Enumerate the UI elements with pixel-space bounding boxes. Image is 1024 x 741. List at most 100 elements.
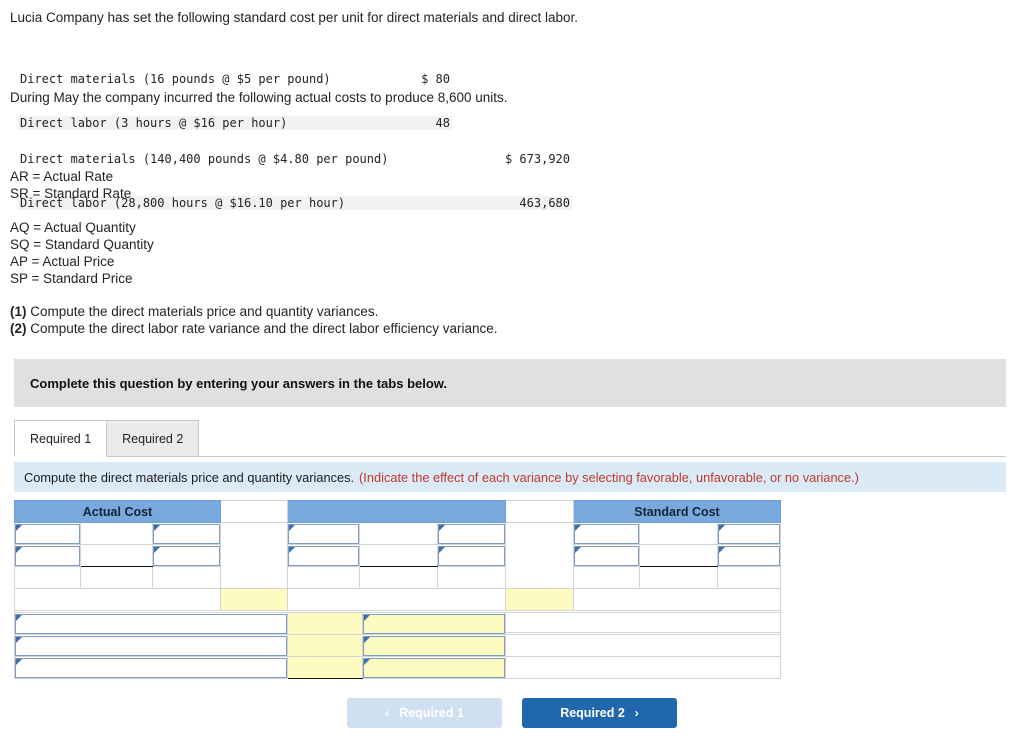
middle-value-2[interactable] xyxy=(360,546,437,566)
previous-required-button[interactable]: ‹ Required 1 xyxy=(347,698,502,728)
standard-cost-dropdown-3[interactable] xyxy=(574,545,640,566)
table-row xyxy=(14,522,782,545)
subtotal-middle-mid xyxy=(359,566,438,589)
cell-middle-mid-2 xyxy=(359,544,438,567)
standard-cost-amount: $ 80 xyxy=(421,72,450,86)
variance-effect-dropdown-2[interactable] xyxy=(363,635,505,656)
variance-amount-cell-2[interactable] xyxy=(287,634,363,657)
previous-required-label: Required 1 xyxy=(399,706,464,720)
actual-cost-label: Direct materials (140,400 pounds @ $4.80… xyxy=(20,152,389,166)
variance-effect-cell-1 xyxy=(362,612,506,635)
tab-required-2-label: Required 2 xyxy=(122,431,184,446)
cell-actual-left-2 xyxy=(14,544,81,567)
cell-actual-mid-2 xyxy=(80,544,153,567)
variance-effect-cell-3 xyxy=(362,656,506,679)
chevron-left-icon: ‹ xyxy=(385,706,390,720)
spacer-left-3 xyxy=(220,566,288,589)
actual-cost-row: Direct materials (140,400 pounds @ $4.80… xyxy=(18,152,572,167)
variance-name-cell-1 xyxy=(14,612,288,635)
subtotal-standard-right xyxy=(717,566,782,589)
cell-actual-right-2 xyxy=(152,544,221,567)
definition-ap: AP = Actual Price xyxy=(10,254,115,269)
variance-trailing-2 xyxy=(505,634,781,657)
variance-highlight-right[interactable] xyxy=(505,588,575,611)
spacer-right-3 xyxy=(505,566,575,589)
standard-cost-dropdown-1[interactable] xyxy=(574,523,640,544)
variance-trailing-1 xyxy=(505,612,781,635)
variance-name-cell-2 xyxy=(14,634,288,657)
requirement-2-text: Compute the direct labor rate variance a… xyxy=(26,321,498,336)
standard-cost-value-1[interactable] xyxy=(640,524,717,544)
standard-cost-row: Direct materials (16 pounds @ $5 per pou… xyxy=(18,72,452,87)
middle-dropdown-1[interactable] xyxy=(288,523,359,544)
header-gap-left xyxy=(220,500,288,523)
header-middle xyxy=(286,500,507,523)
tab-required-2[interactable]: Required 2 xyxy=(107,420,200,457)
subtotal-standard-left xyxy=(573,566,641,589)
next-required-button[interactable]: Required 2 › xyxy=(522,698,677,728)
task-banner-hint: (Indicate the effect of each variance by… xyxy=(359,469,859,485)
subtotal-actual-left xyxy=(14,566,81,589)
variance-name-dropdown-1[interactable] xyxy=(15,613,287,634)
subtotal-actual-right xyxy=(152,566,221,589)
variance-amount-cell-3[interactable] xyxy=(287,656,363,679)
variance-effect-dropdown-3[interactable] xyxy=(363,657,505,678)
tab-strip: Required 1 Required 2 xyxy=(14,419,1006,457)
actual-cost-dropdown-2[interactable] xyxy=(153,523,220,544)
variance-name-dropdown-2[interactable] xyxy=(15,635,287,656)
variance-effect-dropdown-1[interactable] xyxy=(363,613,505,634)
task-banner-main: Compute the direct materials price and q… xyxy=(24,469,355,485)
definition-sp: SP = Standard Price xyxy=(10,271,133,286)
table-row xyxy=(14,656,781,679)
requirement-1: (1) Compute the direct materials price a… xyxy=(10,303,498,320)
table-row xyxy=(14,566,782,589)
cell-standard-mid-1 xyxy=(639,522,719,545)
middle-dropdown-4[interactable] xyxy=(438,545,506,566)
cell-standard-right-2 xyxy=(717,544,782,567)
cell-standard-mid-2 xyxy=(639,544,719,567)
tab-required-1[interactable]: Required 1 xyxy=(14,420,108,457)
cell-standard-left-1 xyxy=(573,522,641,545)
variance-highlight-left[interactable] xyxy=(220,588,288,611)
standard-cost-value-2[interactable] xyxy=(640,546,717,566)
middle-dropdown-3[interactable] xyxy=(288,545,359,566)
definition-ar: AR = Actual Rate xyxy=(10,169,114,184)
middle-dropdown-2[interactable] xyxy=(438,523,506,544)
spacer-left-2 xyxy=(220,544,288,567)
worksheet-header-row: Actual Cost Standard Cost xyxy=(14,500,782,523)
header-actual-cost: Actual Cost xyxy=(14,500,221,523)
chevron-right-icon: › xyxy=(634,706,639,720)
cell-middle-right-2 xyxy=(436,544,507,567)
actual-cost-value-2[interactable] xyxy=(81,546,152,566)
variance-trailing-3 xyxy=(505,656,781,679)
variance-name-dropdown-3[interactable] xyxy=(15,657,287,678)
cell-actual-left-1 xyxy=(14,522,81,545)
actual-cost-dropdown-1[interactable] xyxy=(15,523,80,544)
subtotal-actual-mid xyxy=(80,566,153,589)
spacer-right-1 xyxy=(505,522,575,545)
task-banner: Compute the direct materials price and q… xyxy=(14,462,1006,492)
spacer-left-1 xyxy=(220,522,288,545)
instruction-text: Complete this question by entering your … xyxy=(30,375,448,391)
exercise-page: Lucia Company has set the following stan… xyxy=(0,0,1024,741)
tab-required-1-label: Required 1 xyxy=(30,431,92,446)
actual-cost-dropdown-4[interactable] xyxy=(153,545,220,566)
variance-name-cell-3 xyxy=(14,656,288,679)
cell-middle-left-1 xyxy=(287,522,360,545)
definition-aq: AQ = Actual Quantity xyxy=(10,220,136,235)
table-row xyxy=(14,612,781,635)
actual-cost-value-1[interactable] xyxy=(81,524,152,544)
middle-value-1[interactable] xyxy=(360,524,437,544)
definition-sr: SR = Standard Rate xyxy=(10,186,132,201)
requirement-2-number: (2) xyxy=(10,321,27,336)
subtotal-middle-right xyxy=(436,566,507,589)
abbreviation-definitions: AR = Actual Rate SR = Standard Rate AQ =… xyxy=(10,168,154,287)
standard-cost-dropdown-4[interactable] xyxy=(718,545,781,566)
actual-cost-dropdown-3[interactable] xyxy=(15,545,80,566)
variance-effect-cell-2 xyxy=(362,634,506,657)
actual-cost-amount: 463,680 xyxy=(519,195,570,210)
table-row xyxy=(14,634,781,657)
variance-amount-cell-1[interactable] xyxy=(287,612,363,635)
standard-cost-dropdown-2[interactable] xyxy=(718,523,781,544)
requirement-1-number: (1) xyxy=(10,304,27,319)
